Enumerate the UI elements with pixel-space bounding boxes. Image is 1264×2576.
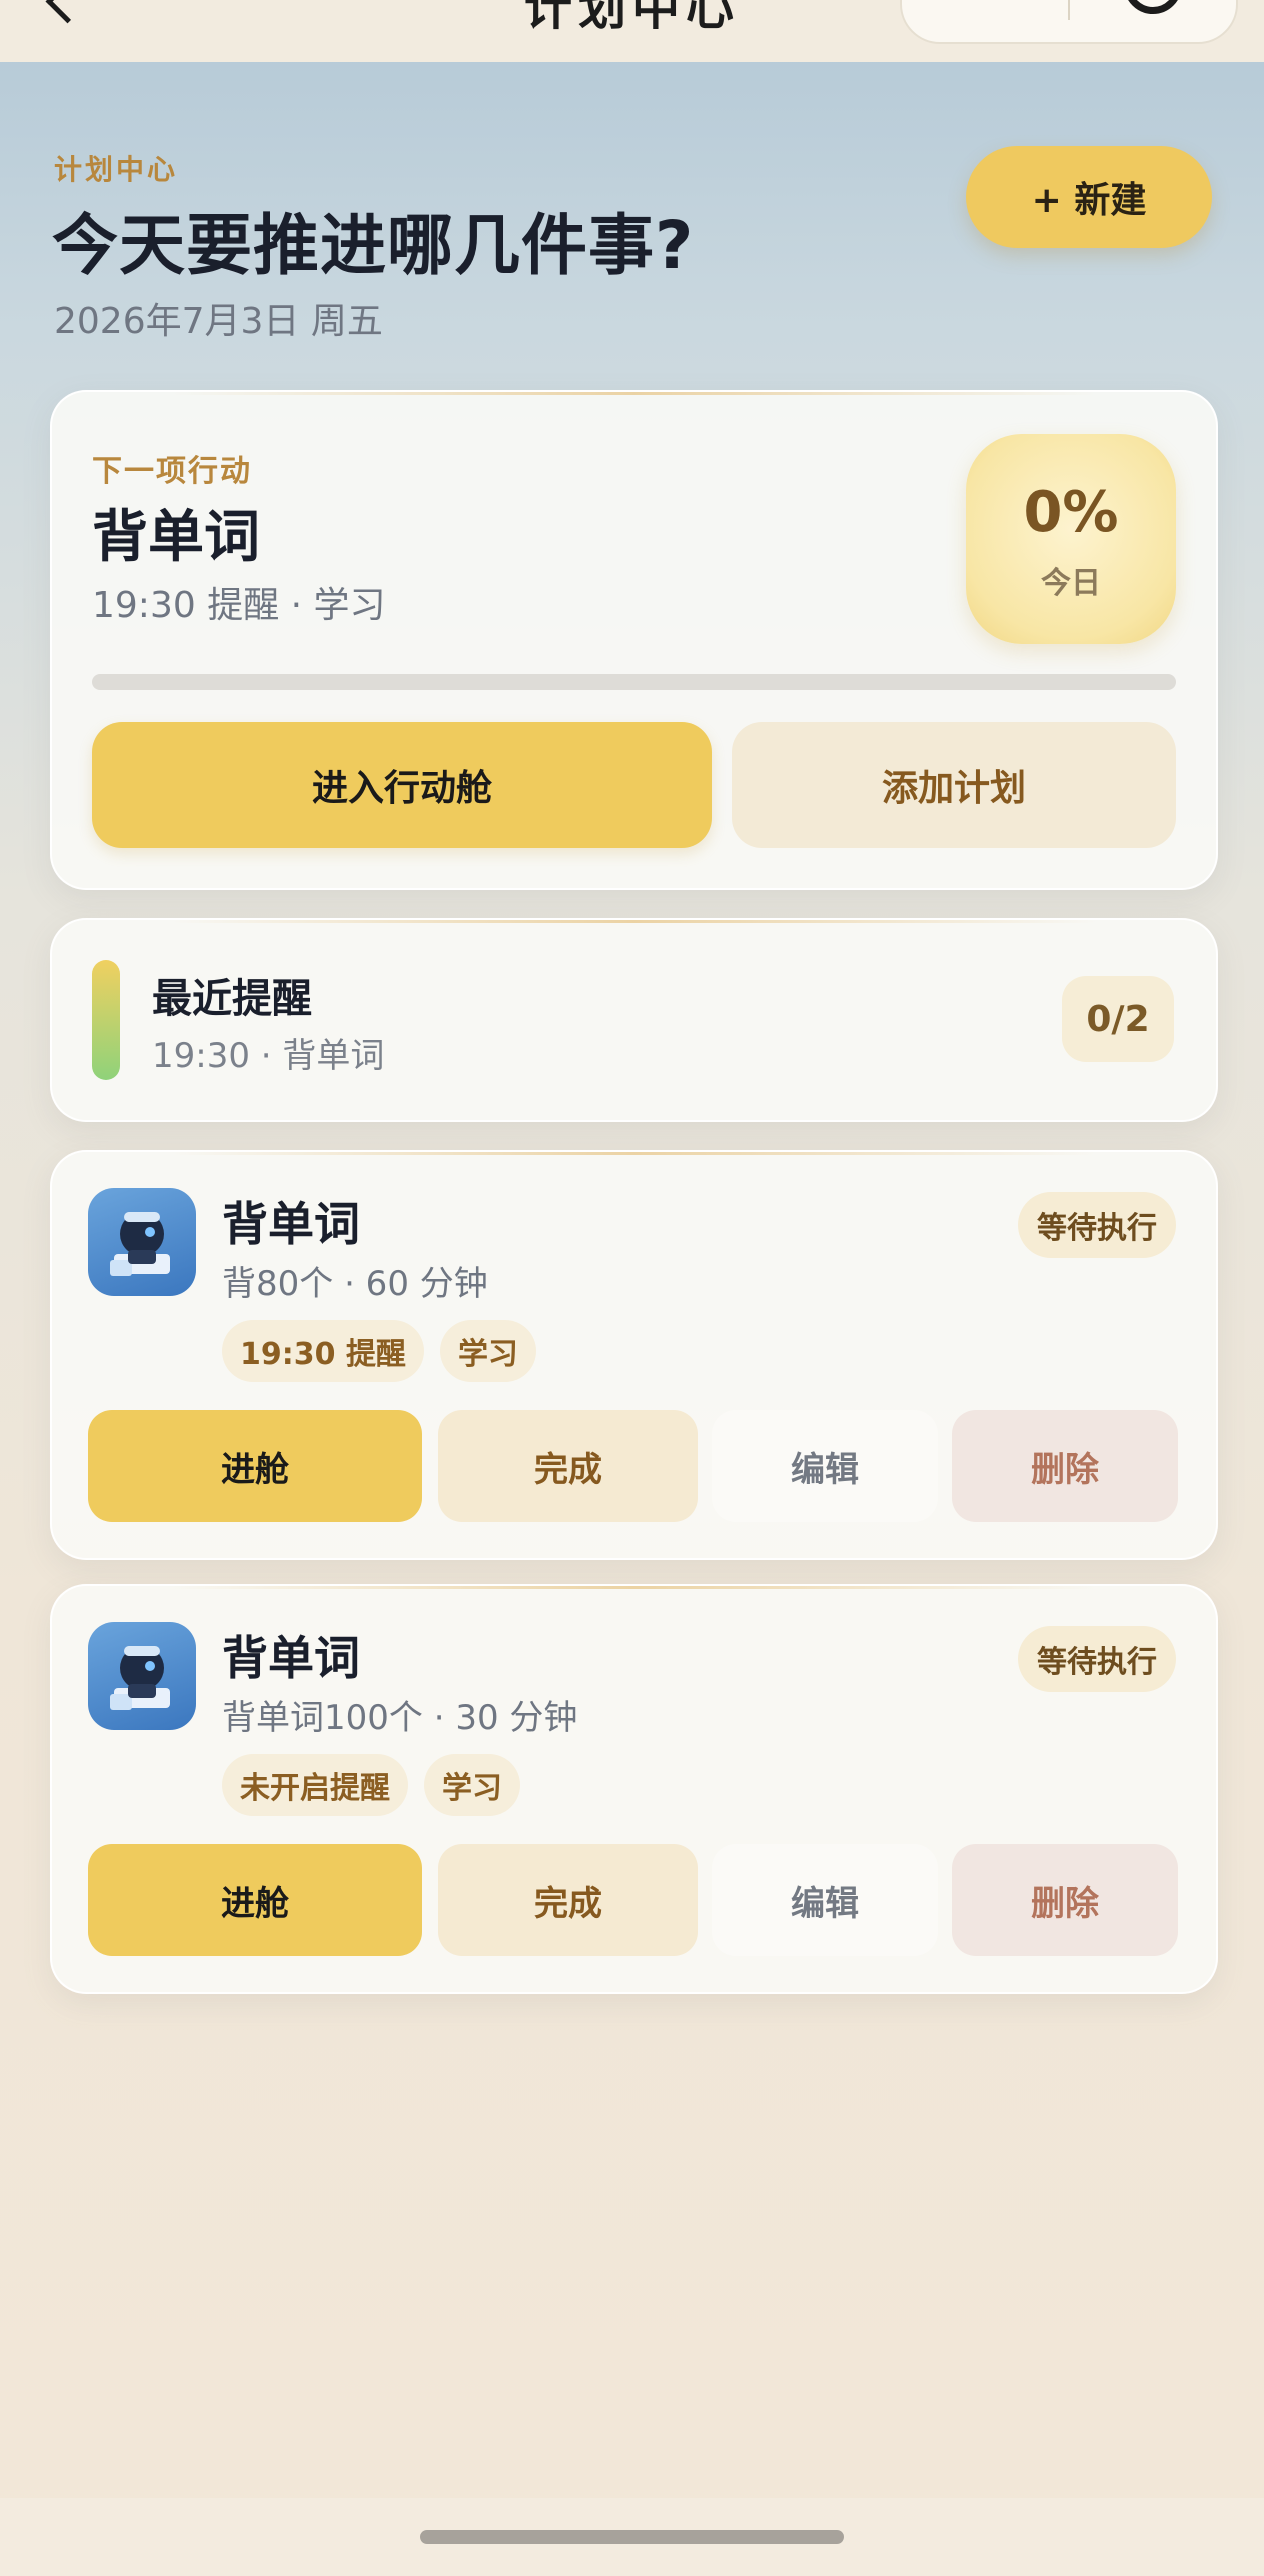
plan-tag-category: 学习 — [424, 1754, 520, 1816]
complete-button[interactable]: 完成 — [438, 1844, 698, 1956]
next-action-meta: 19:30 提醒 · 学习 — [92, 585, 386, 626]
delete-button[interactable]: 删除 — [952, 1410, 1178, 1522]
today-progress-badge: 0% 今日 — [966, 434, 1176, 644]
plan-tag-category: 学习 — [439, 1320, 536, 1382]
today-progress-bar — [92, 674, 1176, 690]
plan-tag-reminder: 未开启提醒 — [222, 1754, 408, 1816]
delete-button[interactable]: 删除 — [952, 1844, 1178, 1956]
reminder-meta: 19:30 · 背单词 — [152, 1036, 385, 1076]
enter-action-cabin-button[interactable]: 进入行动舱 — [92, 722, 712, 848]
enter-cabin-button[interactable]: 进舱 — [88, 1410, 422, 1522]
next-action-title: 背单词 — [92, 505, 260, 570]
reminder-title: 最近提醒 — [152, 976, 312, 1022]
page-eyebrow: 计划中心 — [54, 153, 179, 186]
plan-tags: 未开启提醒 学习 — [222, 1754, 520, 1816]
edit-button[interactable]: 编辑 — [712, 1844, 938, 1956]
plan-meta: 背单词100个 · 30 分钟 — [222, 1698, 578, 1738]
new-plan-button[interactable]: + 新建 — [966, 146, 1212, 248]
today-percent: 0% — [1023, 480, 1119, 545]
plan-card: 背单词 背单词100个 · 30 分钟 等待执行 未开启提醒 学习 进舱 完成 … — [50, 1584, 1218, 1994]
add-plan-button[interactable]: 添加计划 — [732, 722, 1176, 848]
robot-avatar-icon — [88, 1188, 196, 1296]
plan-tags: 19:30 提醒 学习 — [222, 1320, 536, 1382]
plan-tag-reminder: 19:30 提醒 — [222, 1320, 424, 1382]
page-title: 今天要推进哪几件事? — [52, 207, 695, 284]
today-percent-label: 今日 — [1041, 566, 1101, 601]
top-nav-bar: 计划中心 — [0, 0, 1264, 62]
next-action-label: 下一项行动 — [92, 454, 252, 489]
page-date: 2026年7月3日 周五 — [54, 301, 383, 342]
plan-card: 背单词 背80个 · 60 分钟 等待执行 19:30 提醒 学习 进舱 完成 … — [50, 1150, 1218, 1560]
capsule-divider — [1068, 0, 1070, 20]
robot-avatar-icon — [88, 1622, 196, 1730]
close-ring-icon[interactable] — [1124, 0, 1182, 14]
plan-meta: 背80个 · 60 分钟 — [222, 1264, 488, 1304]
reminder-count-badge: 0/2 — [1062, 976, 1174, 1062]
edit-button[interactable]: 编辑 — [712, 1410, 938, 1522]
plan-title: 背单词 — [222, 1631, 360, 1685]
plan-status-badge: 等待执行 — [1018, 1626, 1176, 1692]
mini-program-capsule[interactable] — [900, 0, 1238, 44]
plan-title: 背单词 — [222, 1197, 360, 1251]
next-action-card: 下一项行动 背单词 19:30 提醒 · 学习 0% 今日 进入行动舱 添加计划 — [50, 390, 1218, 890]
plan-status-badge: 等待执行 — [1018, 1192, 1176, 1258]
reminder-accent-bar — [92, 960, 120, 1080]
enter-cabin-button[interactable]: 进舱 — [88, 1844, 422, 1956]
recent-reminder-card[interactable]: 最近提醒 19:30 · 背单词 0/2 — [50, 918, 1218, 1122]
home-indicator[interactable] — [420, 2530, 844, 2544]
complete-button[interactable]: 完成 — [438, 1410, 698, 1522]
